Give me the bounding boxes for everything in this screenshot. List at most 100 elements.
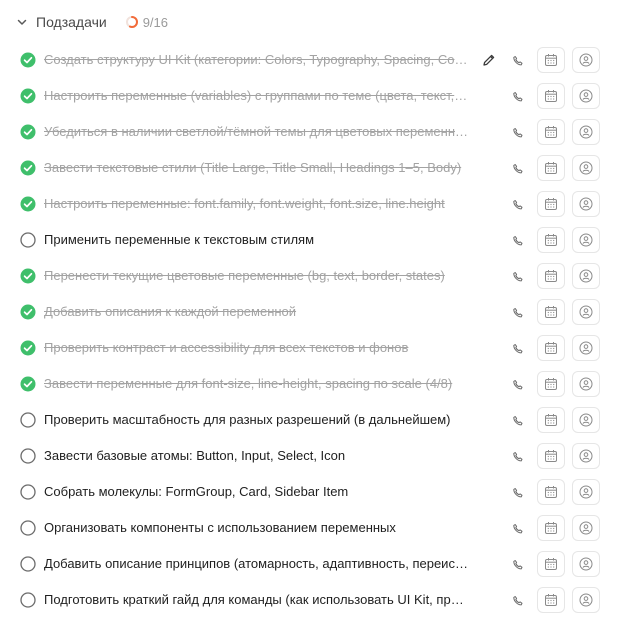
subtask-title[interactable]: Собрать молекулы: FormGroup, Card, Sideb… [44,474,470,510]
phone-icon[interactable] [512,234,524,246]
unchecked-circle-icon[interactable] [20,412,36,428]
subtask-title[interactable]: Подготовить краткий гайд для команды (ка… [44,582,470,618]
phone-icon[interactable] [512,54,524,66]
subtask-title[interactable]: Перенести текущие цветовые переменные (b… [44,258,470,294]
phone-icon[interactable] [512,306,524,318]
subtask-title[interactable]: Проверить масштабность для разных разреш… [44,402,470,438]
due-date-button[interactable] [537,299,565,325]
assignee-button[interactable] [572,407,600,433]
subtask-title[interactable]: Организовать компоненты с использованием… [44,510,470,546]
due-date-button[interactable] [537,83,565,109]
assignee-button[interactable] [572,479,600,505]
calendar-icon [545,234,557,246]
subtask-title[interactable]: Создать структуру UI Kit (категории: Col… [44,42,470,78]
user-avatar-icon [579,161,593,175]
unchecked-circle-icon[interactable] [20,232,36,248]
calendar-icon [545,414,557,426]
due-date-button[interactable] [537,551,565,577]
chevron-down-icon[interactable] [14,14,30,30]
due-date-button[interactable] [537,47,565,73]
assignee-button[interactable] [572,371,600,397]
subtask-title[interactable]: Убедиться в наличии светлой/тёмной темы … [44,114,470,150]
user-avatar-icon [579,557,593,571]
subtask-title[interactable]: Применить переменные к текстовым стилям [44,222,470,258]
phone-icon[interactable] [512,414,524,426]
unchecked-circle-icon[interactable] [20,448,36,464]
due-date-button[interactable] [537,407,565,433]
phone-icon[interactable] [512,198,524,210]
checked-circle-icon[interactable] [20,88,36,104]
subtask-title[interactable]: Завести текстовые стили (Title Large, Ti… [44,150,470,186]
due-date-button[interactable] [537,191,565,217]
calendar-icon [545,558,557,570]
subtask-row: Подготовить краткий гайд для команды (ка… [0,582,618,618]
assignee-button[interactable] [572,119,600,145]
unchecked-circle-icon[interactable] [20,520,36,536]
due-date-button[interactable] [537,119,565,145]
user-avatar-icon [579,521,593,535]
due-date-button[interactable] [537,263,565,289]
user-avatar-icon [579,269,593,283]
phone-icon[interactable] [512,558,524,570]
checked-circle-icon[interactable] [20,304,36,320]
unchecked-circle-icon[interactable] [20,556,36,572]
subtask-title[interactable]: Проверить контраст и accessibility для в… [44,330,470,366]
due-date-button[interactable] [537,479,565,505]
phone-icon[interactable] [512,126,524,138]
checked-circle-icon[interactable] [20,376,36,392]
due-date-button[interactable] [537,371,565,397]
assignee-button[interactable] [572,515,600,541]
subtask-title[interactable]: Настроить переменные: font.family, font.… [44,186,470,222]
subtask-row: Настроить переменные (variables) с групп… [0,78,618,114]
unchecked-circle-icon[interactable] [20,484,36,500]
subtask-list: Создать структуру UI Kit (категории: Col… [0,42,618,618]
checked-circle-icon[interactable] [20,340,36,356]
assignee-button[interactable] [572,83,600,109]
checked-circle-icon[interactable] [20,52,36,68]
checked-circle-icon[interactable] [20,196,36,212]
due-date-button[interactable] [537,155,565,181]
phone-icon[interactable] [512,90,524,102]
assignee-button[interactable] [572,47,600,73]
phone-icon[interactable] [512,486,524,498]
due-date-button[interactable] [537,515,565,541]
phone-icon[interactable] [512,594,524,606]
checked-circle-icon[interactable] [20,124,36,140]
assignee-button[interactable] [572,335,600,361]
subtask-title[interactable]: Добавить описание принципов (атомарность… [44,546,470,582]
subtask-row: Применить переменные к текстовым стилям [0,222,618,258]
subtask-title[interactable]: Добавить описания к каждой переменной [44,294,470,330]
assignee-button[interactable] [572,587,600,613]
assignee-button[interactable] [572,299,600,325]
user-avatar-icon [579,125,593,139]
subtask-title[interactable]: Настроить переменные (variables) с групп… [44,78,470,114]
subtask-row: Организовать компоненты с использованием… [0,510,618,546]
due-date-button[interactable] [537,227,565,253]
unchecked-circle-icon[interactable] [20,592,36,608]
assignee-button[interactable] [572,227,600,253]
phone-icon[interactable] [512,162,524,174]
subtask-title[interactable]: Завести базовые атомы: Button, Input, Se… [44,438,470,474]
due-date-button[interactable] [537,335,565,361]
due-date-button[interactable] [537,587,565,613]
pencil-icon[interactable] [482,53,496,67]
assignee-button[interactable] [572,155,600,181]
subtask-title[interactable]: Завести переменные для font-size, line-h… [44,366,470,402]
phone-icon[interactable] [512,378,524,390]
assignee-button[interactable] [572,263,600,289]
phone-icon[interactable] [512,450,524,462]
assignee-button[interactable] [572,443,600,469]
subtask-row: Создать структуру UI Kit (категории: Col… [0,42,618,78]
checked-circle-icon[interactable] [20,268,36,284]
phone-icon[interactable] [512,342,524,354]
subtask-row: Убедиться в наличии светлой/тёмной темы … [0,114,618,150]
user-avatar-icon [579,449,593,463]
subtasks-header: Подзадачи 9/16 [14,8,168,36]
assignee-button[interactable] [572,191,600,217]
user-avatar-icon [579,413,593,427]
checked-circle-icon[interactable] [20,160,36,176]
phone-icon[interactable] [512,270,524,282]
assignee-button[interactable] [572,551,600,577]
due-date-button[interactable] [537,443,565,469]
phone-icon[interactable] [512,522,524,534]
